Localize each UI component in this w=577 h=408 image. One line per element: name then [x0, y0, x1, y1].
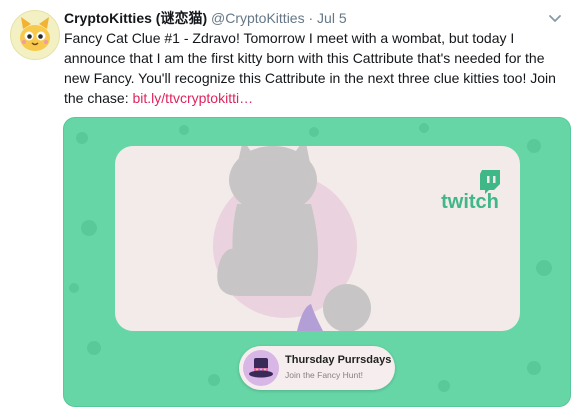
tweet-link[interactable]: bit.ly/ttvcryptokitti… — [133, 90, 254, 106]
twitch-logo-icon: twitch — [441, 170, 500, 212]
pill-subtitle: Join the Fancy Hunt! — [285, 370, 363, 380]
cryptokitty-avatar-icon — [20, 17, 50, 51]
tweet-media[interactable]: twitch Thursday Purrsdays Join the Fancy… — [63, 117, 571, 407]
tweet-date[interactable]: Jul 5 — [317, 10, 347, 26]
chevron-down-icon[interactable] — [547, 10, 563, 26]
author-name[interactable]: CryptoKitties (谜恋猫) — [64, 10, 207, 26]
pill-icon-badge — [243, 350, 279, 386]
stream-card: twitch — [115, 146, 520, 331]
pill-title: Thursday Purrsdays — [285, 354, 392, 366]
top-hat-icon — [249, 358, 273, 378]
header-separator: · — [308, 10, 314, 26]
author-handle[interactable]: @CryptoKitties — [211, 10, 305, 26]
event-pill[interactable]: Thursday Purrsdays Join the Fancy Hunt! — [239, 346, 395, 390]
tweet-text: Fancy Cat Clue #1 - Zdravo! Tomorrow I m… — [64, 28, 564, 108]
twitch-wordmark: twitch — [441, 191, 499, 212]
avatar[interactable] — [10, 10, 60, 60]
tweet-header: CryptoKitties (谜恋猫) @CryptoKitties · Jul… — [64, 9, 347, 27]
